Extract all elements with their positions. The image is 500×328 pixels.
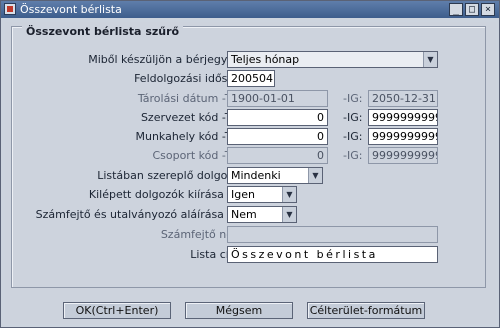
source-value: Teljes hónap	[231, 53, 300, 66]
maximize-button[interactable]: □	[465, 3, 479, 16]
app-icon	[4, 3, 16, 15]
list-title-input[interactable]: Összevont bérlista	[227, 246, 438, 263]
workplace-code-to[interactable]: 999999999999	[368, 128, 438, 145]
payroll-clerk-input	[227, 226, 438, 243]
workplace-code-to-label: -IG:	[343, 130, 363, 143]
window: Összevont bérlista _ □ × Összevont bérli…	[0, 0, 500, 328]
storage-date-from: 1900-01-01	[227, 90, 328, 107]
group-code-to-label: -IG:	[343, 149, 363, 162]
group-code-from: 0	[227, 147, 328, 164]
print-departed-select[interactable]: Igen ▼	[227, 186, 297, 203]
source-label: Miből készüljön a bérjegyzék:	[88, 53, 250, 66]
print-departed-value: Igen	[231, 188, 255, 201]
organization-code-from[interactable]: 0	[227, 109, 328, 126]
minimize-button[interactable]: _	[449, 3, 463, 16]
close-button[interactable]: ×	[481, 3, 495, 16]
group-code-to: 999999999999	[368, 147, 438, 164]
ok-button[interactable]: OK(Ctrl+Enter)	[63, 302, 171, 319]
signature-required-label: Számfejtő és utalványozó aláírása kell:	[35, 208, 250, 221]
signature-required-select[interactable]: Nem ▼	[227, 206, 297, 223]
target-format-button[interactable]: Célterület-formátum	[307, 302, 425, 319]
chevron-down-icon[interactable]: ▼	[423, 52, 437, 67]
storage-date-to-label: -IG:	[343, 92, 363, 105]
workplace-code-from[interactable]: 0	[227, 128, 328, 145]
cancel-button[interactable]: Mégsem	[185, 302, 293, 319]
chevron-down-icon[interactable]: ▼	[308, 168, 322, 183]
organization-code-to-label: -IG:	[343, 111, 363, 124]
section-title: Összevont bérlista szűrő	[22, 25, 184, 38]
form-area: Összevont bérlista szűrő Miből készüljön…	[5, 22, 496, 324]
organization-code-to[interactable]: 999999999999	[368, 109, 438, 126]
storage-date-to: 2050-12-31	[368, 90, 438, 107]
title-bar: Összevont bérlista _ □ ×	[1, 1, 499, 18]
window-title: Összevont bérlista	[20, 3, 122, 16]
listed-workers-select[interactable]: Mindenki ▼	[227, 167, 323, 184]
listed-workers-value: Mindenki	[231, 169, 281, 182]
chevron-down-icon[interactable]: ▼	[282, 187, 296, 202]
print-departed-label: Kilépett dolgozók kiírása kell:	[88, 188, 250, 201]
signature-required-value: Nem	[231, 208, 257, 221]
source-select[interactable]: Teljes hónap ▼	[227, 51, 438, 68]
chevron-down-icon[interactable]: ▼	[282, 207, 296, 222]
processing-period-input[interactable]: 200504	[227, 70, 275, 87]
